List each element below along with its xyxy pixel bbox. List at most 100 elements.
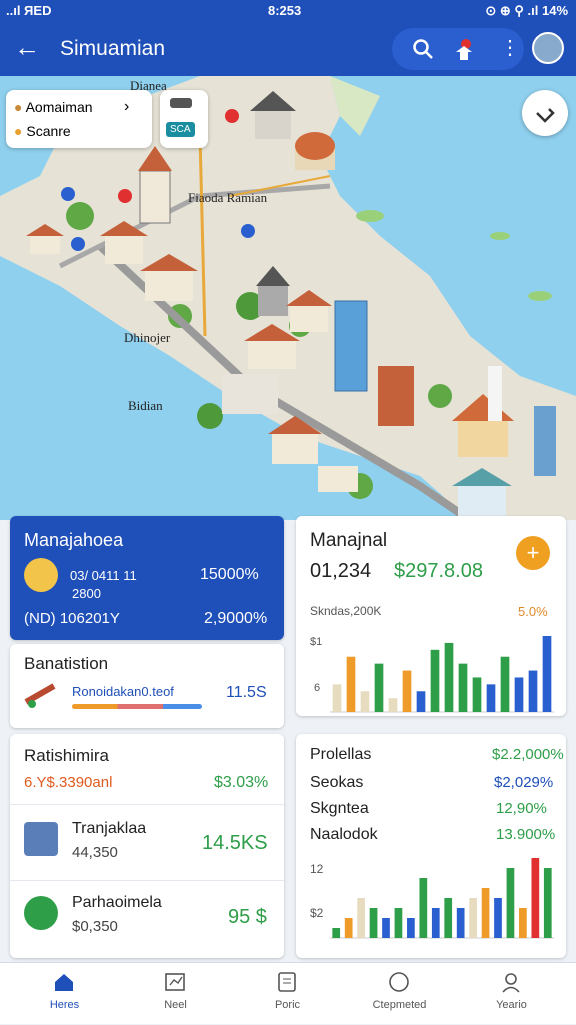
chart-bar [542,636,552,712]
status-bar: ..ıl ЯЕD 8:253 ⊙ ⊕ ⚲ .ıl 14% [0,0,576,22]
status-icons: ⊙ ⊕ ⚲ .ıl 14% [485,3,568,18]
card-title: Ratishimira [24,746,110,765]
add-icon[interactable]: + [516,536,550,570]
list-item[interactable]: Parhaoimela $0,350 95 $ [10,882,284,956]
destination-text: Scanre [26,123,71,139]
chart-bar [500,656,510,712]
progress-label: Ronoidakan0.teof [72,684,174,699]
nav-item-compass[interactable]: Ctepmeted [342,963,457,1025]
chart-bar [528,670,538,712]
sub-label: Skndas,200K [310,604,382,618]
amount-1: 01,234 [310,560,372,582]
chart-bar [519,908,527,938]
item-amount: $0,350 [72,918,118,935]
nav-item-document[interactable]: Poric [230,963,345,1025]
item-name: Parhaoimela [72,894,162,911]
chart-bar [543,868,552,938]
page-title: Simuamian [60,37,166,60]
chart-bar [369,908,378,938]
chart-bar [360,691,370,712]
avatar[interactable] [532,32,564,64]
chart-bar [514,677,524,712]
map-icon [164,971,186,993]
chart-bar [374,663,384,712]
nav-label: Heres [49,999,80,1011]
manajnal-bar-chart [330,636,554,713]
chevron-right-icon[interactable]: › [124,98,129,116]
value-line-2: (ND) 106201Y [24,610,120,627]
building-icon [24,822,58,856]
prolellas-card[interactable]: Prolellas $2.2,000% Seokas $2,029% Skgnt… [296,734,566,958]
item-amount: 44,350 [72,844,118,861]
percent-1: 15000% [200,566,259,583]
route-options-card[interactable]: SCA [160,90,208,148]
more-vert-icon[interactable]: ⋮ [500,38,520,58]
origin-text: Aomaiman [25,99,93,115]
nav-item-home[interactable]: Heres [7,963,122,1025]
route-search-card[interactable]: ● Aomaiman › ● Scanre [6,90,152,148]
row-label: Seokas [310,774,364,791]
item-value: 95 $ [228,906,267,928]
tower-icon [24,896,58,930]
value-line-1: 03/ 0411 11 [70,568,137,583]
manajnal-card[interactable]: Manajnal + 01,234 $297.8.08 Skndas,200K … [296,516,566,716]
arrow-left-icon[interactable]: ← [14,34,40,60]
action-group: ⋮ [392,28,524,70]
origin-field[interactable]: ● Aomaiman [14,96,93,118]
map-pin-icon[interactable] [452,38,476,66]
chart-bar [456,908,465,938]
banatistion-card[interactable]: Banatistion Ronoidakan0.teof 11.5S [10,644,284,728]
sub-amount: 6.Y$.3390anl [24,774,113,791]
chart-bar [388,698,398,712]
chart-bar [531,858,540,938]
chart-bar [332,684,342,712]
toggle-icon[interactable] [170,98,192,108]
row-value: $2,029% [494,774,554,791]
value-line-1b: 2800 [72,586,101,601]
list-item[interactable]: Tranjaklaa 44,350 14.5KS [10,806,284,880]
chart-bar [357,898,365,938]
document-icon [276,971,298,993]
coin-icon [24,558,58,592]
manajahoea-card[interactable]: Manajahoea 03/ 0411 11 2800 15000% (ND) … [10,516,284,640]
chart-bar [382,918,390,938]
chart-bar [346,656,356,712]
nav-label: Neel [164,999,187,1011]
progress-value: 11.5S [226,684,267,701]
compass-icon[interactable] [522,90,568,136]
nav-item-profile[interactable]: Yeario [454,963,569,1025]
destination-field[interactable]: ● Scanre [14,120,71,142]
search-icon[interactable] [412,38,434,64]
sub-percent: $3.03% [214,774,269,791]
item-value: 14.5KS [202,832,268,854]
sub-percent: 5.0% [518,604,548,619]
card-title: Manajahoea [24,530,124,550]
chart-bar [407,918,415,938]
row-label: Prolellas [310,746,372,763]
row-value: 12,90% [496,800,547,817]
chart-bar [469,898,477,938]
nav-item-map[interactable]: Neel [118,963,233,1025]
bottom-nav: Heres Neel Poric Ctepmeted Yeario [0,962,576,1024]
progress-bar [72,704,202,709]
location-icon: ● [14,123,23,139]
chart-bar [458,663,468,712]
chart-bar [472,677,482,712]
chart-bar [430,649,440,712]
map-label-fiaoda: Fiaoda Ramian [188,190,268,205]
chart-bar [402,670,412,712]
home-icon [53,971,75,993]
row-value: $2.2,000% [492,746,564,763]
nav-label: Yeario [496,999,527,1011]
row-value: 13.900% [496,826,556,843]
ratishimira-card[interactable]: Ratishimira 6.Y$.3390anl $3.03% Tranjakl… [10,734,284,958]
row-label: Naalodok [310,826,378,843]
prolellas-bar-chart [330,858,554,939]
nav-label: Ctepmeted [372,999,427,1011]
chart-bar [506,868,515,938]
row-label: Skgntea [310,800,369,817]
chart-bar [444,642,454,712]
percent-2: 2,9000% [204,610,268,627]
chart-bar [431,908,440,938]
map-label-bidian: Bidian [128,398,163,413]
